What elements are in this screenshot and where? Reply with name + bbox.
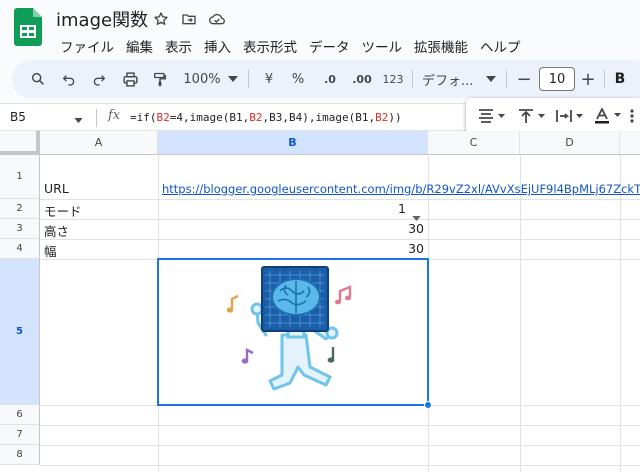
column-header-b[interactable]: B xyxy=(158,131,428,155)
row-header-8[interactable]: 8 xyxy=(0,445,40,465)
spreadsheet-grid: A B C D 1 2 3 4 5 6 7 8 URL https://blog… xyxy=(0,131,640,472)
fill-handle[interactable] xyxy=(424,401,432,409)
formula-ref: B2 xyxy=(156,111,170,124)
increase-font-size-button[interactable]: + xyxy=(578,60,598,98)
name-box-dropdown-icon[interactable] xyxy=(74,112,83,126)
title-bar: image関数 ファイル 編集 表示 挿入 表示形式 データ ツール 拡張機能 … xyxy=(0,0,640,60)
menu-bar: ファイル 編集 表示 挿入 表示形式 データ ツール 拡張機能 ヘルプ xyxy=(54,34,527,58)
increase-decimal-button[interactable]: .00 xyxy=(348,60,376,98)
menu-tools[interactable]: ツール xyxy=(356,34,409,58)
floating-format-bar xyxy=(466,98,640,134)
row-header-3[interactable]: 3 xyxy=(0,219,40,239)
decrease-font-size-button[interactable]: − xyxy=(514,60,534,98)
percent-format-button[interactable]: % xyxy=(288,60,308,98)
menu-file[interactable]: ファイル xyxy=(54,34,120,58)
font-dropdown-icon[interactable] xyxy=(484,60,498,98)
cell-a2[interactable]: モード xyxy=(44,201,154,220)
spreadsheet-app: image関数 ファイル 編集 表示 挿入 表示形式 データ ツール 拡張機能 … xyxy=(0,0,640,472)
selected-cell-b5[interactable] xyxy=(157,258,429,406)
menu-data[interactable]: データ xyxy=(303,34,356,58)
menu-edit[interactable]: 編集 xyxy=(120,34,159,58)
vertical-align-icon[interactable] xyxy=(518,98,546,134)
menu-view[interactable]: 表示 xyxy=(159,34,198,58)
undo-icon[interactable] xyxy=(57,60,81,98)
menu-extensions[interactable]: 拡張機能 xyxy=(408,34,474,58)
column-header-d[interactable]: D xyxy=(520,131,620,155)
text-wrap-icon[interactable] xyxy=(556,98,584,134)
formula-text: =4,image(B1, xyxy=(169,111,250,124)
horizontal-align-icon[interactable] xyxy=(478,98,506,134)
fx-icon: fx xyxy=(108,108,121,123)
move-folder-icon[interactable] xyxy=(178,8,200,30)
select-all-corner[interactable] xyxy=(0,131,40,155)
bold-button[interactable]: B xyxy=(612,60,628,98)
increase-decimal-label: .00 xyxy=(352,72,372,86)
zoom-dropdown-icon[interactable] xyxy=(225,60,241,98)
name-box[interactable]: B5 xyxy=(10,110,26,124)
currency-format-button[interactable]: ¥ xyxy=(260,60,278,98)
column-header-e[interactable] xyxy=(620,131,640,155)
row-header-6[interactable]: 6 xyxy=(0,405,40,425)
row-header-1[interactable]: 1 xyxy=(0,155,40,199)
cell-a3[interactable]: 高さ xyxy=(44,221,154,240)
zoom-select[interactable]: 100% xyxy=(180,60,224,98)
cell-a4[interactable]: 幅 xyxy=(44,241,154,260)
cell-b4[interactable]: 30 xyxy=(160,241,424,256)
menu-insert[interactable]: 挿入 xyxy=(198,34,237,58)
formula-text: =if( xyxy=(130,111,157,124)
formula-text: ,B3,B4),image(B1, xyxy=(262,111,376,124)
formula-text: )) xyxy=(388,111,402,124)
toolbar: 100% ¥ % .0 .00 123 デフォ... − 10 + B xyxy=(12,60,640,98)
decrease-decimal-label: .0 xyxy=(324,72,336,86)
cell-b1-url-link[interactable]: https://blogger.googleusercontent.com/im… xyxy=(162,182,640,196)
font-family-select[interactable]: デフォ... xyxy=(422,60,484,98)
cloud-saved-icon[interactable] xyxy=(206,8,228,30)
column-header-c[interactable]: C xyxy=(428,131,520,155)
formula-input[interactable]: =if(B2=4,image(B1,B2,B3,B4),image(B1,B2)… xyxy=(130,111,402,124)
sheets-logo-icon[interactable] xyxy=(14,8,42,46)
row-header-2[interactable]: 2 xyxy=(0,199,40,219)
formula-ref: B2 xyxy=(375,111,389,124)
print-icon[interactable] xyxy=(118,60,142,98)
menu-format[interactable]: 表示形式 xyxy=(237,34,303,58)
cell-a1[interactable]: URL xyxy=(44,181,154,196)
row-header-4[interactable]: 4 xyxy=(0,239,40,259)
search-menus-icon[interactable] xyxy=(26,60,50,98)
number-format-button[interactable]: 123 xyxy=(380,60,406,98)
cell-b2[interactable]: 1 xyxy=(160,201,406,216)
redo-icon[interactable] xyxy=(87,60,111,98)
text-color-icon[interactable] xyxy=(594,98,622,134)
cell-b3[interactable]: 30 xyxy=(160,221,424,236)
row-header-5[interactable]: 5 xyxy=(0,259,40,405)
star-icon[interactable] xyxy=(150,8,172,30)
menu-help[interactable]: ヘルプ xyxy=(474,34,527,58)
more-options-icon[interactable] xyxy=(630,98,634,134)
row-header-7[interactable]: 7 xyxy=(0,425,40,445)
paint-format-icon[interactable] xyxy=(148,60,172,98)
formula-ref: B2 xyxy=(249,111,263,124)
column-header-a[interactable]: A xyxy=(40,131,158,155)
document-title[interactable]: image関数 xyxy=(56,6,148,32)
decrease-decimal-button[interactable]: .0 xyxy=(318,60,342,98)
font-size-input[interactable]: 10 xyxy=(539,67,575,91)
